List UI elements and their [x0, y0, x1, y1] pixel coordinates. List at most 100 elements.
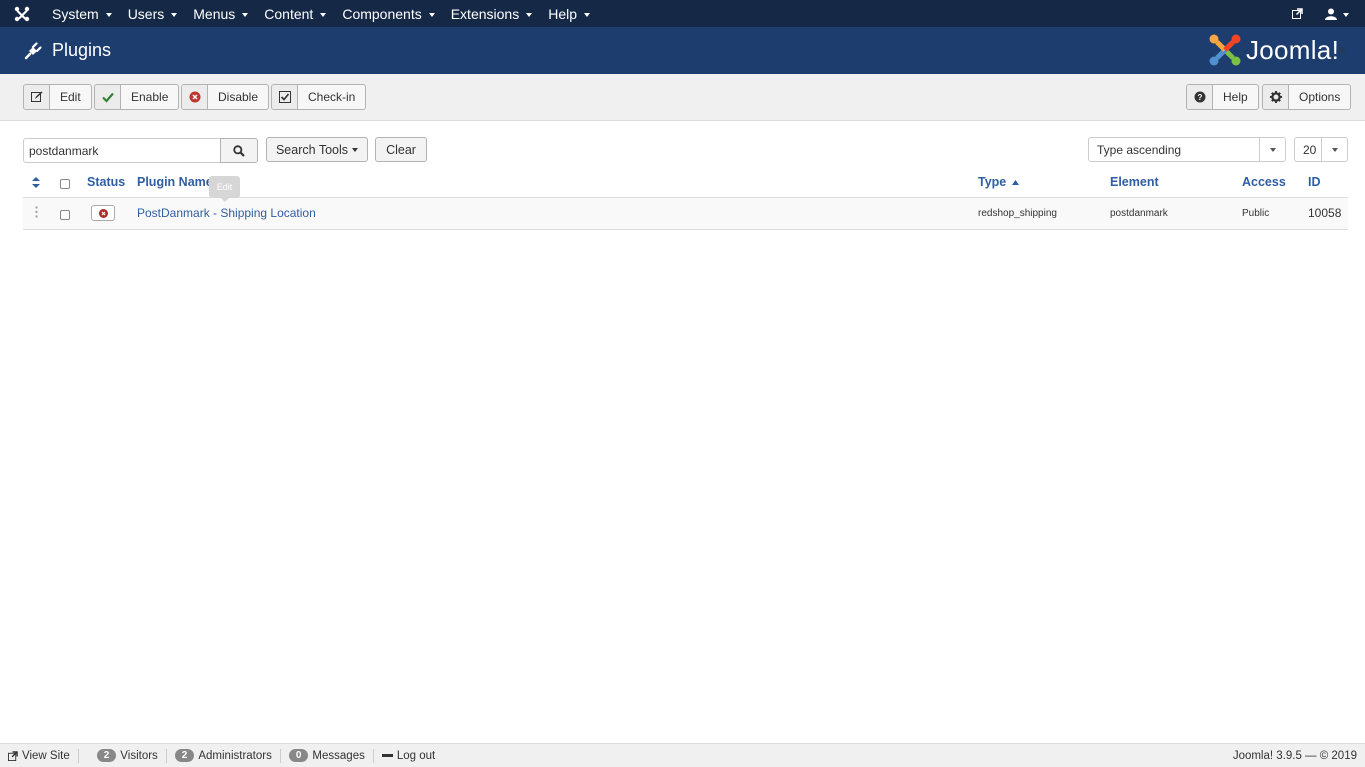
- edit-icon: [24, 85, 50, 109]
- toolbar: Edit Enable Disable Check-in ? Help Opti…: [0, 74, 1365, 121]
- edit-button[interactable]: Edit: [23, 84, 92, 110]
- logout-link[interactable]: Log out: [374, 749, 443, 763]
- status-toggle-button[interactable]: [91, 205, 115, 221]
- nav-system-label: System: [52, 5, 99, 22]
- version-info: Joomla! 3.9.5 — © 2019: [1232, 749, 1357, 762]
- ordering-value: Type ascending: [1097, 142, 1182, 157]
- user-menu[interactable]: [1315, 8, 1353, 20]
- plugin-name-link[interactable]: PostDanmark - Shipping Location: [137, 206, 316, 220]
- disable-button[interactable]: Disable: [181, 84, 270, 110]
- registered-mark: ®: [1339, 45, 1345, 55]
- column-header-element[interactable]: Element: [1110, 175, 1159, 189]
- chevron-down-icon: [584, 12, 590, 17]
- admins-count-badge: 2: [174, 749, 195, 762]
- limit-value: 20: [1303, 142, 1317, 157]
- row-checkbox[interactable]: [60, 210, 70, 220]
- checkin-button-label: Check-in: [308, 90, 356, 104]
- chevron-down-icon: [526, 12, 533, 17]
- logout-label: Log out: [396, 749, 436, 762]
- nav-menus[interactable]: Menus: [185, 0, 256, 27]
- column-header-type[interactable]: Type: [978, 175, 1019, 189]
- cancel-circle-icon: [182, 85, 208, 109]
- chevron-down-icon: [352, 147, 359, 152]
- chevron-down-icon: [428, 12, 435, 17]
- check-icon: [95, 85, 121, 109]
- status-bar: View Site 2 Visitors 2 Administrators 0 …: [0, 743, 1365, 767]
- chevron-down-icon: [171, 12, 178, 17]
- nav-help-label: Help: [548, 5, 577, 22]
- chevron-down-icon: [242, 12, 249, 17]
- column-header-type-label: Type: [978, 175, 1007, 189]
- search-button[interactable]: [220, 138, 258, 163]
- edit-button-label: Edit: [60, 90, 81, 104]
- options-button[interactable]: Options: [1262, 84, 1352, 110]
- enable-button[interactable]: Enable: [94, 84, 180, 110]
- nav-components-label: Components: [342, 5, 422, 22]
- chevron-down-icon: [1321, 138, 1347, 161]
- checkin-button[interactable]: Check-in: [271, 84, 367, 110]
- chevron-down-icon: [320, 12, 327, 17]
- chevron-down-icon: [105, 12, 112, 17]
- nav-users[interactable]: Users: [120, 0, 186, 27]
- nav-extensions-label: Extensions: [450, 5, 520, 22]
- clear-button[interactable]: Clear: [375, 137, 427, 162]
- nav-extensions[interactable]: Extensions: [443, 0, 540, 27]
- messages-label: Messages: [312, 749, 365, 762]
- drag-handle-icon[interactable]: [35, 206, 38, 221]
- checkbox-checked-icon: [272, 85, 298, 109]
- edit-tooltip: Edit: [209, 176, 240, 202]
- external-link-icon: [8, 750, 18, 761]
- search-icon: [233, 144, 245, 157]
- sort-ascending-icon: [1011, 180, 1019, 186]
- chevron-down-icon: [1343, 12, 1349, 17]
- disable-button-label: Disable: [218, 90, 259, 104]
- visitors-link[interactable]: 2 Visitors: [79, 748, 167, 763]
- plug-icon: [24, 41, 42, 60]
- search-input[interactable]: [23, 138, 221, 163]
- limit-select[interactable]: 20: [1294, 137, 1348, 162]
- ordering-sort-icon[interactable]: [32, 176, 40, 191]
- joomla-wordmark: Joomla!: [1245, 34, 1340, 65]
- help-button[interactable]: ? Help: [1186, 84, 1259, 110]
- plugin-element: postdanmark: [1110, 208, 1168, 219]
- plugin-id: 10058: [1308, 206, 1342, 220]
- ordering-select[interactable]: Type ascending: [1088, 137, 1286, 162]
- enable-button-label: Enable: [131, 90, 169, 104]
- administrators-link[interactable]: 2 Administrators: [167, 748, 281, 763]
- nav-system[interactable]: System: [44, 0, 120, 27]
- visitors-label: Visitors: [120, 749, 158, 762]
- messages-count-badge: 0: [288, 749, 309, 762]
- search-tools-button[interactable]: Search Tools: [266, 137, 368, 162]
- column-header-status[interactable]: Status: [87, 175, 125, 189]
- joomla-logo-icon[interactable]: [0, 0, 44, 27]
- column-header-plugin-name[interactable]: Plugin Name: [137, 175, 213, 189]
- nav-help[interactable]: Help: [540, 0, 598, 27]
- select-all-checkbox[interactable]: [60, 179, 70, 189]
- clear-button-label: Clear: [386, 142, 416, 157]
- chevron-down-icon: [1259, 138, 1285, 161]
- user-icon: [1325, 8, 1337, 20]
- admins-label: Administrators: [198, 749, 272, 762]
- column-header-access[interactable]: Access: [1242, 175, 1286, 189]
- view-site-label: View Site: [22, 749, 70, 762]
- messages-link[interactable]: 0 Messages: [281, 748, 374, 763]
- gear-icon: [1263, 85, 1289, 109]
- question-circle-icon: ?: [1187, 85, 1213, 109]
- options-button-label: Options: [1299, 90, 1341, 104]
- view-site-link[interactable]: View Site: [0, 748, 79, 763]
- nav-content-label: Content: [264, 5, 314, 22]
- column-header-id[interactable]: ID: [1308, 175, 1321, 189]
- nav-components[interactable]: Components: [334, 0, 442, 27]
- page-header: Plugins Joomla! ®: [0, 27, 1365, 74]
- nav-content[interactable]: Content: [256, 0, 334, 27]
- top-navbar: System Users Menus Content Components Ex…: [0, 0, 1365, 27]
- joomla-logo-icon: [1209, 34, 1241, 66]
- page-title: Plugins: [52, 40, 112, 60]
- help-button-label: Help: [1223, 90, 1248, 104]
- nav-users-label: Users: [127, 5, 165, 22]
- plugin-type: redshop_shipping: [978, 208, 1057, 219]
- svg-text:?: ?: [1197, 93, 1202, 102]
- external-link-icon[interactable]: [1286, 8, 1309, 19]
- minus-icon: [381, 754, 393, 757]
- unpublished-icon: [98, 208, 108, 218]
